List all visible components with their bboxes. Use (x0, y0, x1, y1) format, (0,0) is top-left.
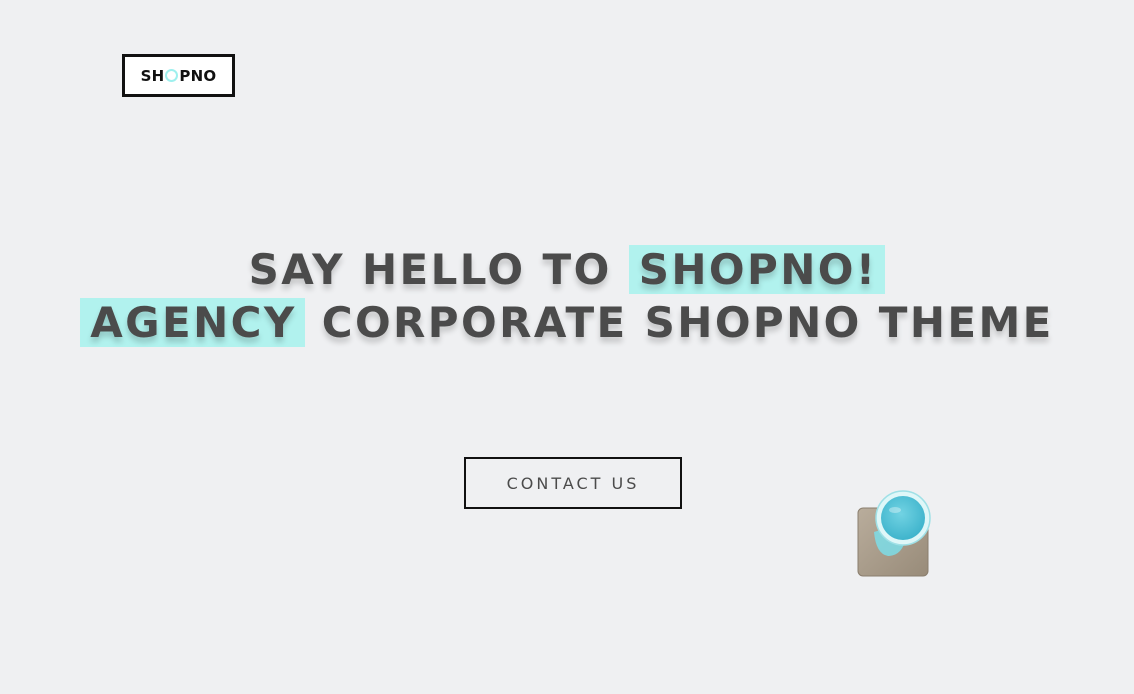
hero-line-1-prefix: SAY HELLO TO (248, 245, 629, 294)
hero-line-2-highlight: AGENCY (80, 298, 305, 347)
contact-us-button[interactable]: CONTACT US (464, 457, 682, 509)
cup-on-coaster-icon (857, 490, 931, 577)
ring-icon (165, 69, 179, 82)
logo-text-start: SH (140, 66, 165, 85)
logo-wordmark: SH PNO (141, 67, 217, 85)
hero-heading-line-1: SAY HELLO TO SHOPNO! (0, 243, 1134, 296)
hero-heading-line-2: AGENCY CORPORATE SHOPNO THEME (0, 296, 1134, 349)
hero-heading: SAY HELLO TO SHOPNO! AGENCY CORPORATE SH… (0, 243, 1134, 349)
hero-line-2-suffix: CORPORATE SHOPNO THEME (304, 298, 1054, 347)
logo-text-end: PNO (179, 66, 217, 85)
hero-line-1-highlight: SHOPNO! (628, 245, 886, 294)
site-logo[interactable]: SH PNO (122, 54, 235, 97)
